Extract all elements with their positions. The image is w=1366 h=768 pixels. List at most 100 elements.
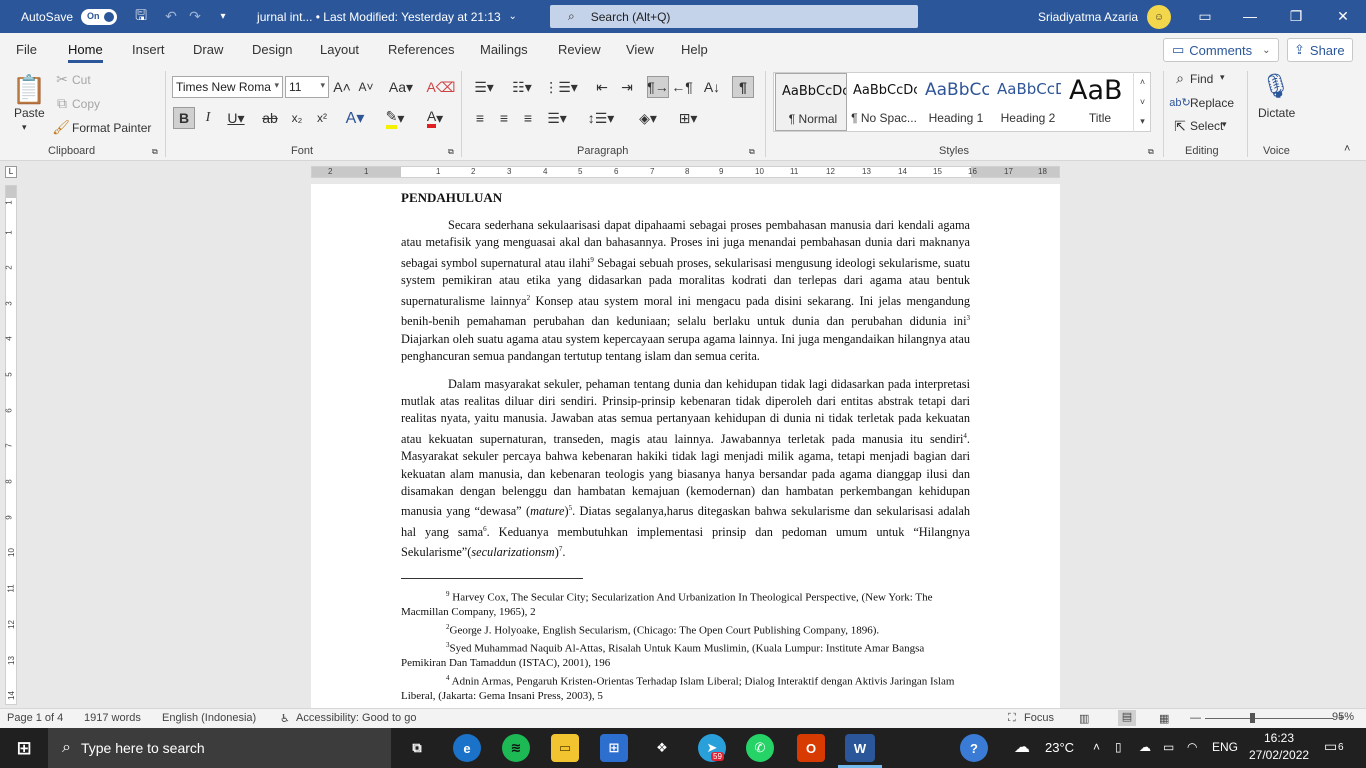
style-heading-1[interactable]: AaBbCc Heading 1 — [919, 73, 991, 131]
whatsapp-icon[interactable]: ✆ — [746, 734, 774, 762]
footnote[interactable]: 9 Harvey Cox, The Secular City; Seculari… — [401, 587, 970, 620]
font-launcher-icon[interactable]: ⧉ — [448, 147, 454, 157]
weather-temp[interactable]: 23°C — [1045, 740, 1074, 755]
show-formatting-icon[interactable]: ¶ — [732, 76, 754, 98]
chevron-up-icon[interactable]: ˄ — [1134, 72, 1151, 92]
clock-time[interactable]: 16:23 — [1264, 731, 1294, 745]
tab-draw[interactable]: Draw — [193, 42, 223, 57]
avatar[interactable]: ☺ — [1147, 5, 1171, 29]
line-spacing-icon[interactable]: ↕☰▾ — [586, 107, 616, 129]
redo-icon[interactable]: ↷ — [183, 5, 207, 29]
wifi-icon[interactable]: ◠ — [1187, 740, 1197, 754]
document-heading[interactable]: PENDAHULUAN — [401, 190, 970, 206]
more-styles-icon[interactable]: ▾ — [1134, 112, 1151, 130]
onedrive-icon[interactable]: ☁ — [1139, 740, 1151, 754]
tab-layout[interactable]: Layout — [320, 42, 359, 57]
footnote-ref[interactable]: 3 — [967, 314, 971, 322]
select-button[interactable]: Select — [1190, 119, 1223, 133]
paste-icon[interactable]: 📋 — [12, 72, 47, 106]
footnote[interactable]: 4 Adnin Armas, Pengaruh Kristen-Orientas… — [401, 671, 970, 704]
font-size-select[interactable]: 11 ▾ — [285, 76, 329, 98]
close-icon[interactable]: ✕ — [1328, 4, 1358, 28]
footnote[interactable]: 3Syed Muhammad Naquib Al-Attas, Risalah … — [401, 638, 970, 671]
paste-chevron-icon[interactable]: ▾ — [22, 122, 27, 133]
help-icon[interactable]: ? — [960, 734, 988, 762]
style-title[interactable]: AaB Title — [1063, 73, 1133, 131]
tab-references[interactable]: References — [388, 42, 454, 57]
dropbox-icon[interactable]: ❖ — [648, 734, 676, 762]
horizontal-ruler[interactable]: 2 1 1 2 3 4 5 6 7 8 9 10 11 12 13 14 15 … — [311, 166, 1060, 178]
shrink-font-icon[interactable]: A˅ — [357, 78, 375, 96]
underline-button[interactable]: U▾ — [223, 107, 249, 129]
align-center-icon[interactable]: ≡ — [494, 107, 514, 129]
align-right-icon[interactable]: ≡ — [518, 107, 538, 129]
tab-mailings[interactable]: Mailings — [480, 42, 528, 57]
text-effects-icon[interactable]: A▾ — [340, 107, 370, 129]
font-family-select[interactable]: Times New Roma ▾ — [172, 76, 283, 98]
styles-scroll[interactable]: ˄ ˅ ▾ — [1133, 72, 1151, 132]
task-view-icon[interactable]: ⧉ — [403, 734, 431, 762]
document-page[interactable]: PENDAHULUAN Secara sederhana sekulaarisa… — [311, 184, 1060, 708]
store-icon[interactable]: ⊞ — [600, 734, 628, 762]
search-box[interactable]: ⌕ Search (Alt+Q) — [550, 5, 918, 28]
microphone-icon[interactable]: 🎙 — [1261, 70, 1291, 102]
notification-icon[interactable]: ▭ — [1324, 738, 1337, 755]
tab-file[interactable]: File — [16, 42, 37, 57]
decrease-indent-icon[interactable]: ⇤ — [592, 77, 612, 97]
clear-formatting-icon[interactable]: A⌫ — [426, 78, 455, 96]
bullets-icon[interactable]: ☰▾ — [470, 77, 498, 97]
tab-selector[interactable]: L — [5, 166, 17, 178]
save-icon[interactable]: 🖫 — [129, 5, 153, 29]
zoom-out-icon[interactable]: — — [1190, 712, 1201, 724]
justify-icon[interactable]: ☰▾ — [542, 107, 572, 129]
tab-design[interactable]: Design — [252, 42, 292, 57]
copy-button[interactable]: Copy — [72, 97, 100, 111]
grow-font-icon[interactable]: A˄ — [333, 78, 351, 96]
strikethrough-button[interactable]: ab — [260, 107, 280, 129]
dictate-button[interactable]: Dictate — [1258, 106, 1295, 120]
autosave-toggle[interactable]: On — [81, 8, 118, 25]
spotify-icon[interactable]: ≋ — [502, 734, 530, 762]
comments-button[interactable]: ▭ Comments ⌄ — [1163, 38, 1279, 62]
page-count[interactable]: Page 1 of 4 — [7, 712, 63, 724]
change-case-icon[interactable]: Aa▾ — [387, 78, 415, 96]
edge-icon[interactable]: e — [453, 734, 481, 762]
chevron-up-icon[interactable]: ˄ — [1093, 740, 1100, 754]
accessibility-status[interactable]: Accessibility: Good to go — [296, 712, 416, 724]
tab-view[interactable]: View — [626, 42, 654, 57]
office-icon[interactable]: O — [797, 734, 825, 762]
find-button[interactable]: Find — [1190, 72, 1213, 86]
weather-icon[interactable]: ☁ — [1014, 737, 1030, 757]
highlight-color-icon[interactable]: ✎ ▾ — [378, 107, 412, 129]
vertical-ruler[interactable]: 1 1 2 3 4 5 6 7 8 9 10 11 12 13 14 — [5, 185, 17, 705]
word-count[interactable]: 1917 words — [84, 712, 141, 724]
document-body[interactable]: PENDAHULUAN Secara sederhana sekulaarisa… — [401, 190, 970, 704]
style-normal[interactable]: AaBbCcDc ¶ Normal — [775, 73, 847, 131]
tab-insert[interactable]: Insert — [132, 42, 165, 57]
share-button[interactable]: ⇪ Share — [1287, 38, 1353, 62]
language-indicator[interactable]: English (Indonesia) — [162, 712, 256, 724]
italic-button[interactable]: I — [200, 107, 216, 129]
customize-qat-icon[interactable]: ▾ — [211, 5, 235, 29]
superscript-button[interactable]: x² — [312, 107, 332, 129]
footnote[interactable]: 2George J. Holyoake, English Secularism,… — [401, 620, 970, 638]
zoom-slider[interactable] — [1205, 718, 1333, 719]
print-layout-icon[interactable]: ▤ — [1118, 710, 1136, 726]
collapse-ribbon-icon[interactable]: ˄ — [1344, 143, 1350, 155]
language-indicator[interactable]: ENG — [1212, 740, 1238, 754]
word-taskbar-icon[interactable]: W — [845, 734, 875, 762]
chevron-down-icon[interactable]: ▾ — [1220, 72, 1225, 83]
title-chevron-icon[interactable]: ⌄ — [501, 5, 525, 29]
font-color-icon[interactable]: A ▾ — [418, 107, 452, 129]
user-name[interactable]: Sriadiyatma Azaria — [1038, 10, 1138, 24]
zoom-level[interactable]: 95% — [1332, 711, 1354, 723]
file-explorer-icon[interactable]: ▭ — [551, 734, 579, 762]
subscript-button[interactable]: x₂ — [287, 107, 307, 129]
tab-help[interactable]: Help — [681, 42, 708, 57]
style-no-spacing[interactable]: AaBbCcDc ¶ No Spac... — [847, 73, 919, 131]
increase-indent-icon[interactable]: ⇥ — [617, 77, 637, 97]
style-heading-2[interactable]: AaBbCcD Heading 2 — [991, 73, 1063, 131]
taskbar-search[interactable]: ⌕ Type here to search — [48, 728, 391, 768]
chevron-down-icon[interactable]: ˅ — [1134, 92, 1151, 112]
numbering-icon[interactable]: ☷▾ — [507, 77, 537, 97]
